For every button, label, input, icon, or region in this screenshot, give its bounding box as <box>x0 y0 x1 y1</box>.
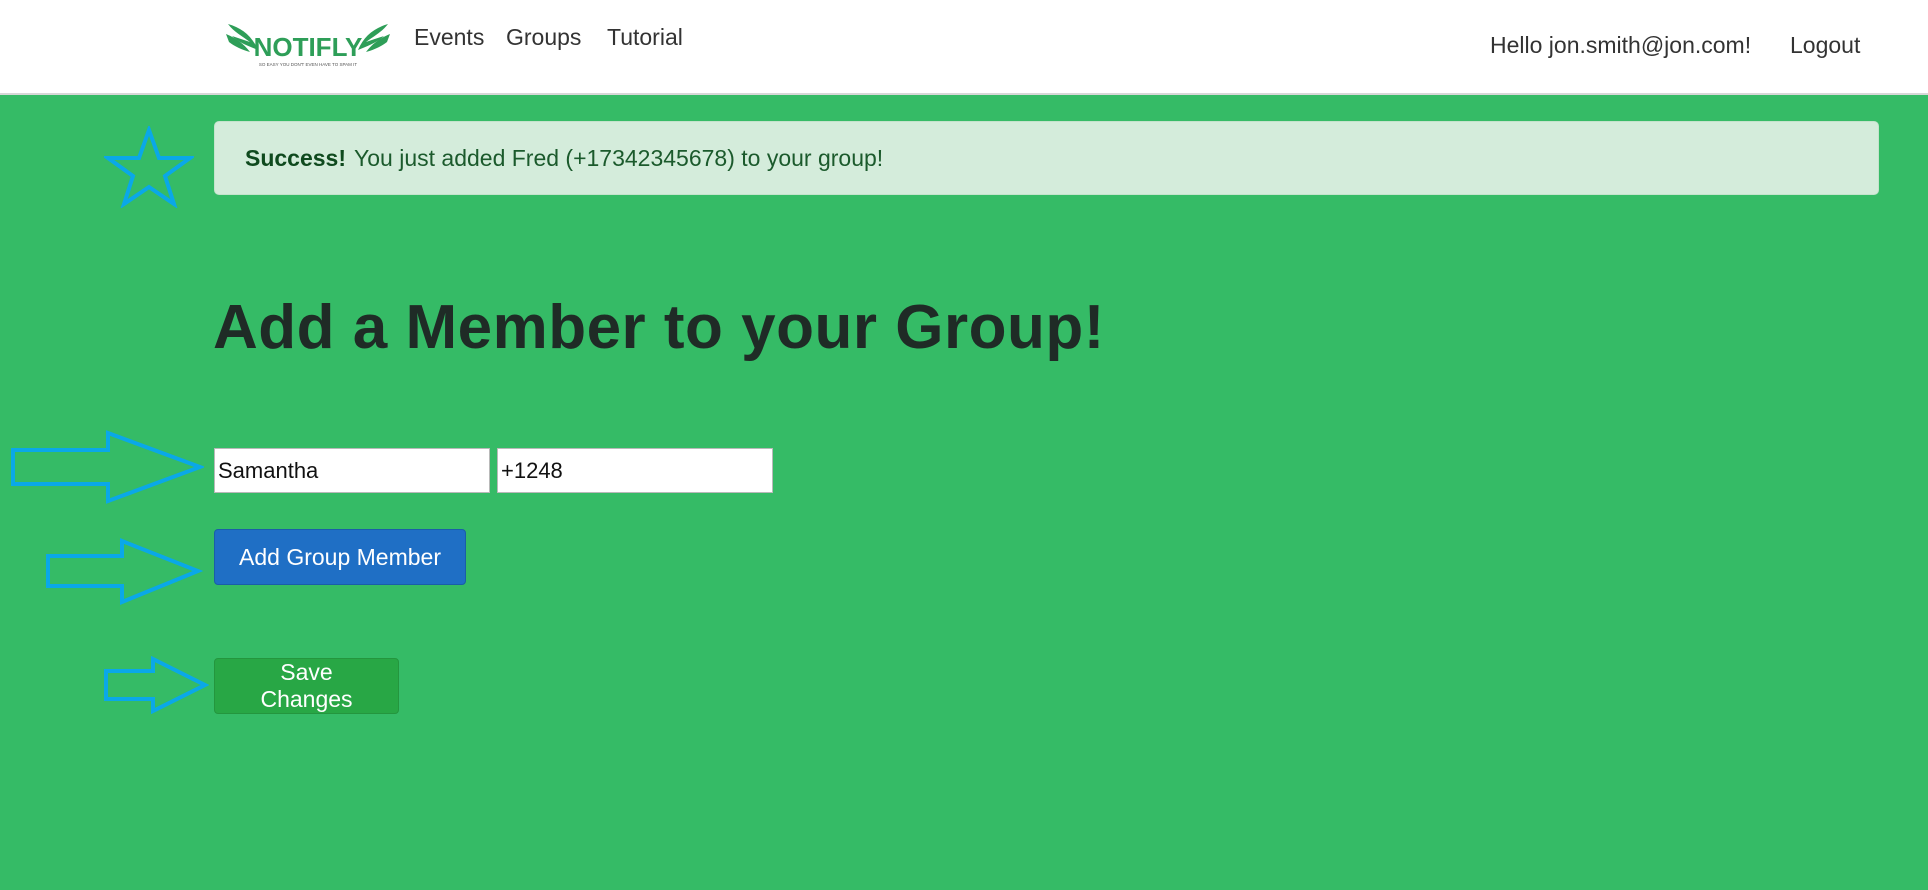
arrow-right-icon <box>46 538 203 605</box>
nav-link-tutorial[interactable]: Tutorial <box>607 24 683 51</box>
alert-strong: Success! <box>245 144 347 171</box>
brand-logo[interactable]: NOTIFLY SO EASY YOU DON'T EVEN HAVE TO S… <box>224 18 392 70</box>
member-phone-input[interactable] <box>497 448 773 493</box>
logout-link[interactable]: Logout <box>1790 32 1860 59</box>
member-name-input[interactable] <box>214 448 490 493</box>
arrow-right-icon <box>11 430 204 504</box>
svg-text:NOTIFLY: NOTIFLY <box>254 32 363 62</box>
alert-message: You just added Fred (+17342345678) to yo… <box>354 144 884 171</box>
page-title: Add a Member to your Group! <box>213 293 1105 362</box>
user-greeting: Hello jon.smith@jon.com! <box>1490 32 1752 58</box>
svg-text:SO EASY YOU DON'T EVEN HAVE TO: SO EASY YOU DON'T EVEN HAVE TO SPAM IT <box>259 62 358 67</box>
add-group-member-button[interactable]: Add Group Member <box>214 529 466 585</box>
top-navbar: NOTIFLY SO EASY YOU DON'T EVEN HAVE TO S… <box>0 0 1928 95</box>
nav-link-groups[interactable]: Groups <box>506 24 581 51</box>
nav-link-events[interactable]: Events <box>414 24 484 51</box>
wings-logo-icon: NOTIFLY SO EASY YOU DON'T EVEN HAVE TO S… <box>226 24 390 67</box>
arrow-right-icon <box>104 656 209 714</box>
save-changes-button[interactable]: Save Changes <box>214 658 399 714</box>
star-icon <box>104 126 194 208</box>
success-alert: Success! You just added Fred (+173423456… <box>214 121 1879 195</box>
